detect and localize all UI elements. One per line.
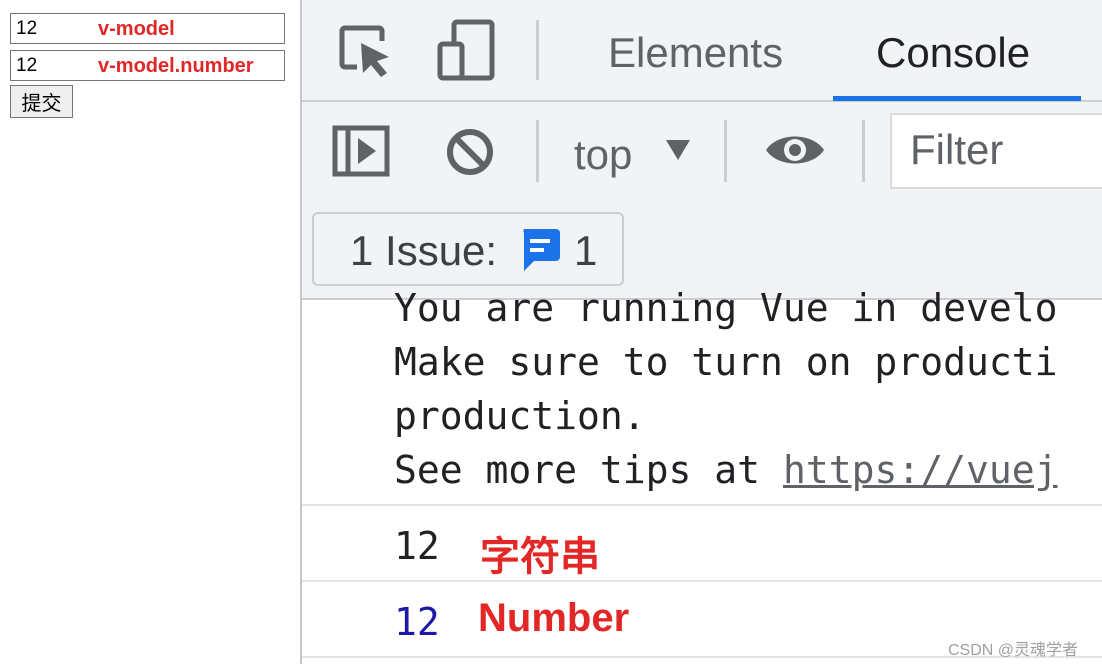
toolbar-separator [862,120,865,182]
issues-button[interactable]: 1 Issue: 1 [312,212,624,286]
number-input[interactable] [11,51,96,80]
active-tab-indicator [833,96,1081,101]
devtools-tabbar: Elements Console [302,0,1102,102]
console-message-line: You are running Vue in develo [394,286,1058,330]
chevron-down-icon[interactable] [664,138,692,167]
string-annotation: 字符串 [480,535,600,579]
toolbar-separator [536,120,539,182]
filter-input[interactable] [892,115,1102,185]
show-sidebar-icon[interactable] [332,124,390,178]
v-model-number-annotation: v-model.number [98,55,254,77]
device-toolbar-icon[interactable] [436,18,496,82]
console-output: You are running Vue in develo Make sure … [302,286,1102,664]
filter-field[interactable] [890,113,1102,189]
number-annotation: Number [478,596,630,640]
console-message-line: production. [394,394,646,438]
submit-button[interactable]: 提交 [10,85,73,118]
vue-devtools-link[interactable]: https://vuej [783,448,1058,492]
inspect-element-icon[interactable] [338,22,394,80]
context-selector[interactable]: top [574,126,632,184]
string-input[interactable] [11,14,96,43]
log-value-string: 12 [394,524,440,568]
clear-console-icon[interactable] [444,126,496,178]
tab-elements[interactable]: Elements [608,0,783,100]
tab-console[interactable]: Console [876,0,1030,100]
page-preview: v-model v-model.number 提交 [0,0,300,664]
string-input-field[interactable]: v-model [10,13,285,44]
log-value-number: 12 [394,600,440,644]
issues-label: 1 Issue: [350,227,498,274]
issues-bar: 1 Issue: 1 [302,200,1102,300]
devtools-panel: Elements Console top Filter 1 Issue: 1 Y… [302,0,1102,664]
v-model-annotation: v-model [98,18,175,40]
watermark: CSDN @灵魂学者 [948,642,1079,659]
console-row-divider [302,580,1102,582]
live-expression-eye-icon[interactable] [764,128,826,172]
console-row-divider [302,504,1102,506]
toolbar-separator [536,20,539,80]
console-message-line: Make sure to turn on producti [394,340,1058,384]
issues-count: 1 [574,227,598,274]
number-input-field[interactable]: v-model.number [10,50,285,81]
toolbar-separator [724,120,727,182]
console-message-line: See more tips at https://vuej [394,448,1057,492]
issue-message-icon [518,227,562,278]
console-message-text: See more tips at [394,448,783,492]
